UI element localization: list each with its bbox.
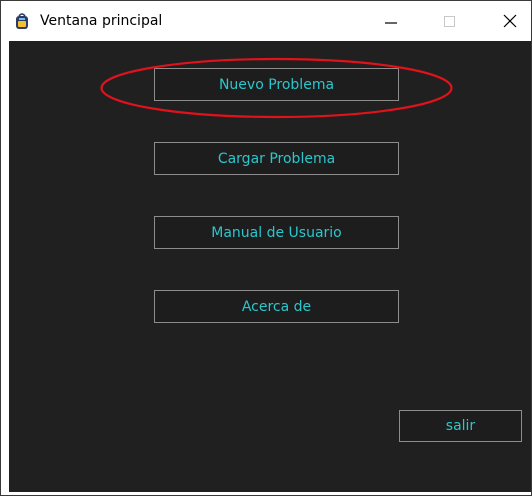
salir-button[interactable]: salir: [399, 410, 522, 442]
close-icon: [503, 14, 517, 28]
title-bar[interactable]: Ventana principal: [1, 1, 531, 41]
main-window: Ventana principal Nuevo Problema Cargar …: [0, 0, 532, 496]
close-button[interactable]: [485, 1, 531, 41]
cargar-problema-button[interactable]: Cargar Problema: [154, 142, 399, 175]
maximize-button[interactable]: [427, 1, 473, 41]
acerca-de-button[interactable]: Acerca de: [154, 290, 399, 323]
main-panel: Nuevo Problema Cargar Problema Manual de…: [9, 41, 531, 492]
manual-usuario-button[interactable]: Manual de Usuario: [154, 216, 399, 249]
maximize-icon: [444, 16, 455, 27]
minimize-icon: [385, 22, 397, 24]
window-title: Ventana principal: [40, 13, 163, 29]
backpack-icon: [13, 12, 31, 30]
minimize-button[interactable]: [367, 1, 413, 41]
nuevo-problema-button[interactable]: Nuevo Problema: [154, 68, 399, 101]
